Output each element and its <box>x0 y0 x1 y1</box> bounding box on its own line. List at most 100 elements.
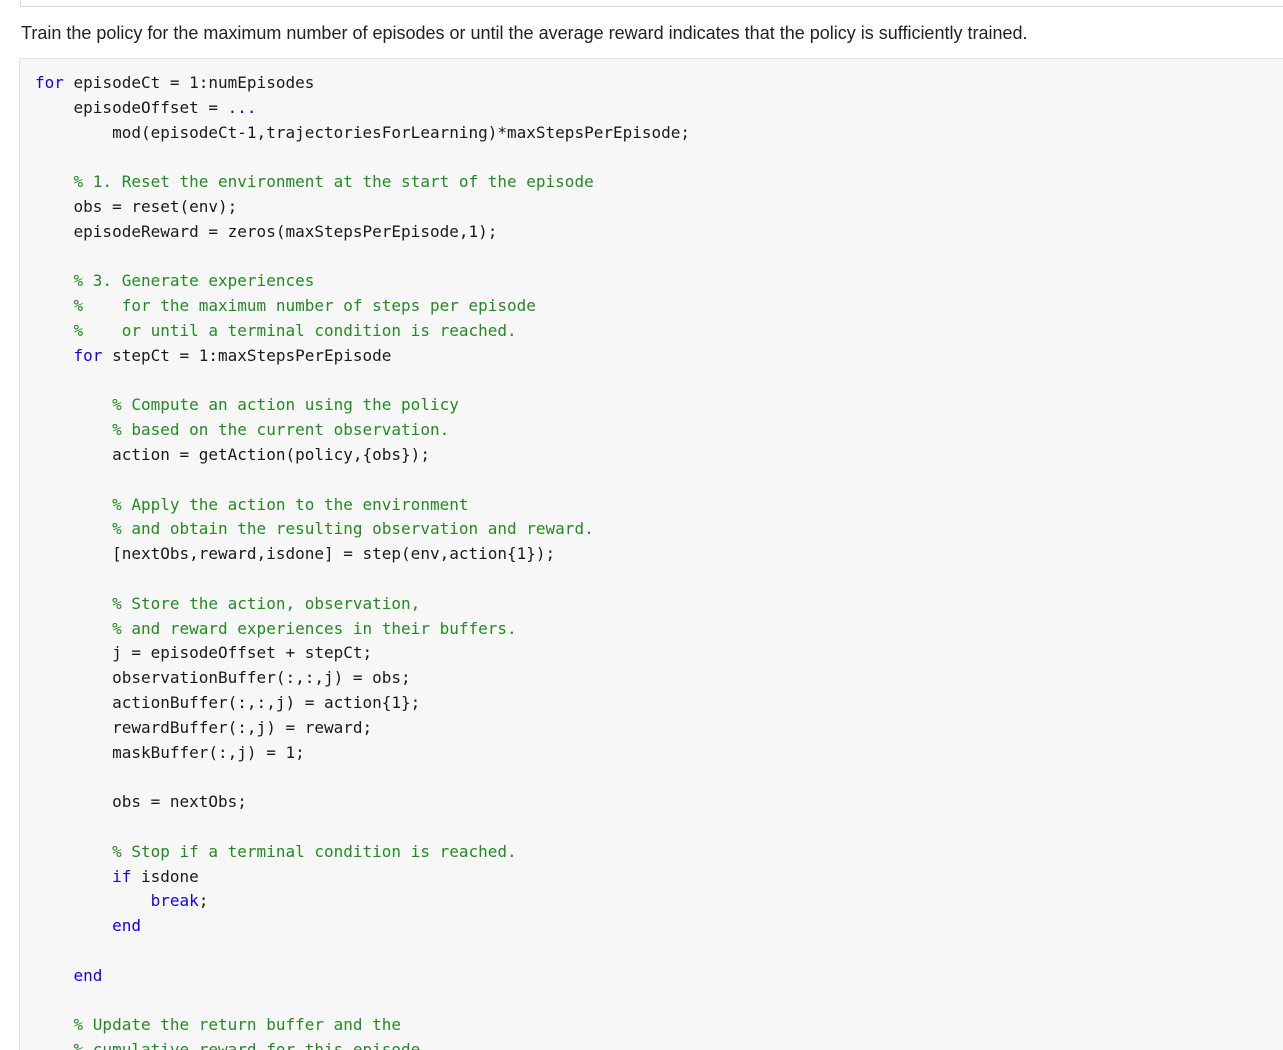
code-comment: % and reward experiences in their buffer… <box>112 618 517 638</box>
code-line: actionBuffer(:,:,j) = action{1}; <box>35 691 690 716</box>
code-line: obs = reset(env); <box>35 195 690 220</box>
code-text: episodeReward = zeros(maxStepsPerEpisode… <box>73 221 498 241</box>
code-comment: % for the maximum number of steps per ep… <box>73 296 536 316</box>
code-comment: % Store the action, observation, <box>112 593 421 613</box>
code-line: % cumulative reward for this episode. <box>35 1038 690 1050</box>
code-comment: % Apply the action to the environment <box>112 494 469 514</box>
code-comment: % or until a terminal condition is reach… <box>73 320 517 340</box>
code-line: obs = nextObs; <box>35 790 690 815</box>
code-line: action = getAction(policy,{obs}); <box>35 443 690 468</box>
code-text: actionBuffer(:,:,j) = action{1}; <box>112 692 421 712</box>
code-comment: % and obtain the resulting observation a… <box>112 519 594 539</box>
code-line: rewardBuffer(:,j) = reward; <box>35 716 690 741</box>
code-line: % based on the current observation. <box>35 418 690 443</box>
code-text: stepCt = 1:maxStepsPerEpisode <box>102 345 392 365</box>
code-keyword: for <box>35 73 64 92</box>
code-text: ; <box>198 891 209 911</box>
code-line: % Store the action, observation, <box>35 592 690 617</box>
code-line: if isdone <box>35 865 690 890</box>
code-line: break; <box>35 889 690 914</box>
code-text: obs = nextObs; <box>112 792 247 812</box>
code-line: end <box>35 914 690 939</box>
code-line: % Stop if a terminal condition is reache… <box>35 840 690 865</box>
code-line: j = episodeOffset + stepCt; <box>35 641 690 666</box>
code-keyword: break <box>150 891 199 911</box>
code-text: action = getAction(policy,{obs}); <box>112 444 430 464</box>
code-line: mod(episodeCt-1,trajectoriesForLearning)… <box>35 121 690 146</box>
code-line: observationBuffer(:,:,j) = obs; <box>35 666 690 691</box>
code-text: maskBuffer(:,j) = 1; <box>112 742 305 762</box>
code-line: % 3. Generate experiences <box>35 269 690 294</box>
previous-section-divider <box>20 0 1283 7</box>
code-line: % and obtain the resulting observation a… <box>35 517 690 542</box>
code-comment: % based on the current observation. <box>112 420 450 440</box>
code-line: maskBuffer(:,j) = 1; <box>35 741 690 766</box>
code-keyword: ... <box>227 97 257 117</box>
code-keyword: if <box>112 866 132 886</box>
code-line: % and reward experiences in their buffer… <box>35 617 690 642</box>
code-text: obs = reset(env); <box>73 196 238 216</box>
code-comment: % 3. Generate experiences <box>73 271 315 291</box>
code-listing: for episodeCt = 1:numEpisodes episodeOff… <box>35 71 690 1050</box>
code-line: % Update the return buffer and the <box>35 1013 690 1038</box>
intro-paragraph: Train the policy for the maximum number … <box>21 23 1028 43</box>
code-comment: % Compute an action using the policy <box>112 395 459 415</box>
code-line: end <box>35 964 690 989</box>
code-text: episodeOffset = <box>73 97 228 117</box>
code-text: j = episodeOffset + stepCt; <box>112 643 373 663</box>
code-line: % Apply the action to the environment <box>35 493 690 518</box>
code-example-block[interactable]: for episodeCt = 1:numEpisodes episodeOff… <box>19 58 1283 1050</box>
code-line: [nextObs,reward,isdone] = step(env,actio… <box>35 542 690 567</box>
code-text: mod(episodeCt-1,trajectoriesForLearning)… <box>112 122 691 142</box>
code-line: for episodeCt = 1:numEpisodes <box>35 71 690 96</box>
code-line: for stepCt = 1:maxStepsPerEpisode <box>35 344 690 369</box>
code-text: observationBuffer(:,:,j) = obs; <box>112 668 411 688</box>
code-text: [nextObs,reward,isdone] = step(env,actio… <box>112 544 556 564</box>
code-line: episodeReward = zeros(maxStepsPerEpisode… <box>35 220 690 245</box>
code-line: % for the maximum number of steps per ep… <box>35 294 690 319</box>
documentation-page: Train the policy for the maximum number … <box>0 0 1283 1050</box>
code-line: episodeOffset = ... <box>35 96 690 121</box>
code-keyword: end <box>112 916 141 936</box>
code-text: episodeCt = 1:numEpisodes <box>63 73 315 92</box>
code-comment: % Stop if a terminal condition is reache… <box>112 841 517 861</box>
code-keyword: for <box>73 345 103 365</box>
code-line: % 1. Reset the environment at the start … <box>35 170 690 195</box>
code-text: isdone <box>131 866 199 886</box>
code-text: rewardBuffer(:,j) = reward; <box>112 717 373 737</box>
code-line: % or until a terminal condition is reach… <box>35 319 690 344</box>
